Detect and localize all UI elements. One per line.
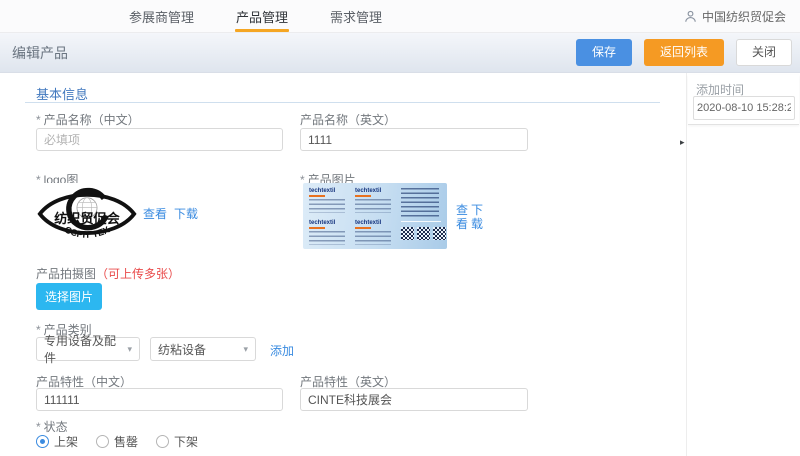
status-option-sold-out[interactable]: 售罄 [96, 433, 138, 450]
status-option-on-shelf[interactable]: 上架 [36, 433, 78, 450]
nav-tab-demand-management[interactable]: 需求管理 [327, 0, 385, 32]
section-title-basic-info: 基本信息 [36, 84, 88, 103]
choose-image-button[interactable]: 选择图片 [36, 283, 102, 310]
qr-code-icon [433, 227, 446, 240]
user-icon [684, 10, 697, 23]
svg-text:纺织贸促会: 纺织贸促会 [54, 210, 120, 226]
logo-view-link[interactable]: 查看 [143, 205, 167, 222]
action-buttons: 保存 返回列表 关闭 [576, 39, 800, 66]
chevron-down-icon: ▾ [127, 344, 132, 355]
required-mark: * [36, 323, 41, 337]
app-window: 参展商管理 产品管理 需求管理 中国纺织贸促会 编辑产品 保存 返回列表 关闭 … [0, 0, 800, 456]
product-image-contact-block [401, 188, 441, 222]
page-title: 编辑产品 [12, 43, 68, 63]
category-select-secondary[interactable]: 纺粘设备 ▾ [150, 337, 256, 361]
sidebar-collapse-arrow-icon[interactable]: ▸ [680, 138, 685, 147]
product-name-en-label: 产品名称（英文） [300, 111, 396, 128]
product-image-text-block: techtextil [309, 220, 351, 245]
product-image-text-block: techtextil [309, 188, 351, 213]
status-option-off-shelf[interactable]: 下架 [156, 433, 198, 450]
edit-product-form: 基本信息 *产品名称（中文） 产品名称（英文） *logo图 纺织贸促会 CCP… [0, 73, 682, 456]
product-image: techtextil techtextil techtextil techtex… [303, 183, 447, 249]
chevron-down-icon: ▾ [243, 344, 248, 355]
user-menu[interactable]: 中国纺织贸促会 [684, 8, 800, 25]
ccpit-tex-logo-graphic: 纺织贸促会 CCPIT TEX [36, 183, 138, 251]
radio-icon [36, 435, 49, 448]
category-select-primary[interactable]: 专用设备及配件 ▾ [36, 337, 140, 361]
product-name-cn-input[interactable] [36, 128, 283, 151]
right-sidebar: 添加时间 [686, 73, 800, 456]
product-name-en-input[interactable] [300, 128, 528, 151]
required-mark: * [36, 113, 41, 127]
feature-cn-input[interactable] [36, 388, 283, 411]
product-shots-label: 产品拍摄图（可上传多张） [36, 265, 180, 282]
required-mark: * [36, 420, 41, 434]
product-name-cn-label: *产品名称（中文） [36, 111, 140, 128]
product-image-text-block: techtextil [355, 188, 397, 213]
logo-download-link[interactable]: 下载 [174, 205, 198, 222]
top-nav: 参展商管理 产品管理 需求管理 中国纺织贸促会 [0, 0, 800, 33]
add-category-link[interactable]: 添加 [270, 342, 294, 359]
add-time-input[interactable] [693, 96, 795, 120]
nav-tabs: 参展商管理 产品管理 需求管理 [126, 0, 385, 32]
nav-tab-exhibitor-management[interactable]: 参展商管理 [126, 0, 197, 32]
radio-icon [96, 435, 109, 448]
status-radio-group: 上架 售罄 下架 [36, 433, 216, 450]
close-button[interactable]: 关闭 [736, 39, 792, 66]
feature-en-input[interactable] [300, 388, 528, 411]
back-to-list-button[interactable]: 返回列表 [644, 39, 724, 66]
qr-code-icon [417, 227, 430, 240]
product-image-text-block: techtextil [355, 220, 397, 245]
radio-icon [156, 435, 169, 448]
logo-image: 纺织贸促会 CCPIT TEX [36, 183, 138, 251]
user-name: 中国纺织贸促会 [702, 8, 786, 25]
nav-tab-product-management[interactable]: 产品管理 [233, 0, 291, 32]
add-time-card: 添加时间 [688, 75, 799, 125]
save-button[interactable]: 保存 [576, 39, 632, 66]
multi-upload-hint: （可上传多张） [96, 267, 180, 281]
product-image-view-link[interactable]: 查看 [455, 203, 469, 231]
qr-code-icon [401, 227, 414, 240]
product-image-qr-codes [401, 227, 446, 240]
section-divider [25, 102, 660, 103]
page-action-bar: 编辑产品 保存 返回列表 关闭 [0, 33, 800, 73]
product-image-download-link[interactable]: 下载 [470, 203, 484, 231]
